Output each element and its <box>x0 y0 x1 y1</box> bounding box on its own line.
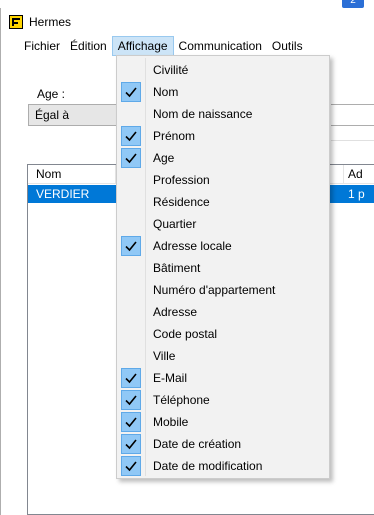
menu-item-label: Bâtiment <box>153 261 201 275</box>
checkmark-icon <box>121 390 141 410</box>
menu-item-profession[interactable]: Profession <box>119 169 327 191</box>
menu-item-label: E-Mail <box>153 371 188 385</box>
divider <box>331 140 374 141</box>
menu-item-date-de-modification[interactable]: Date de modification <box>119 455 327 477</box>
menu-item-label: Adresse locale <box>153 239 232 253</box>
menu-item-adresse-locale[interactable]: Adresse locale <box>119 235 327 257</box>
checkmark-icon <box>121 82 141 102</box>
menu-item-num-ro-d-appartement[interactable]: Numéro d'appartement <box>119 279 327 301</box>
menu-item-label: Nom de naissance <box>153 107 253 121</box>
menu-item-label: Date de modification <box>153 459 263 473</box>
menu-item-label: Nom <box>153 85 179 99</box>
column-header-adresse[interactable]: Ad <box>344 165 374 184</box>
menu-item-label: Age <box>153 151 175 165</box>
menu-fichier[interactable]: Fichier <box>19 36 65 56</box>
age-operator-select[interactable]: Égal à <box>28 104 124 126</box>
menu-item-quartier[interactable]: Quartier <box>119 213 327 235</box>
menu-item-r-sidence[interactable]: Résidence <box>119 191 327 213</box>
menu-item-adresse[interactable]: Adresse <box>119 301 327 323</box>
checkmark-icon <box>121 236 141 256</box>
menu-communication[interactable]: Communication <box>174 36 267 56</box>
menu-item-label: Résidence <box>153 195 210 209</box>
checkmark-icon <box>121 126 141 146</box>
checkmark-icon <box>121 456 141 476</box>
column-header-nom[interactable]: Nom <box>28 165 116 184</box>
cell-nom: VERDIER <box>36 187 90 201</box>
menu-item-nom-de-naissance[interactable]: Nom de naissance <box>119 103 327 125</box>
age-value-input[interactable] <box>331 104 374 126</box>
title-bar[interactable]: Hermes <box>1 8 374 36</box>
menu-item-date-de-cr-ation[interactable]: Date de création <box>119 433 327 455</box>
menu-item-label: Adresse <box>153 305 198 319</box>
menu-item-mobile[interactable]: Mobile <box>119 411 327 433</box>
menu-item-b-timent[interactable]: Bâtiment <box>119 257 327 279</box>
menu-item-civilit-[interactable]: Civilité <box>119 59 327 81</box>
menu-item-label: Téléphone <box>153 393 210 407</box>
window-title: Hermes <box>29 15 72 29</box>
app-logo-icon <box>9 15 23 29</box>
menu-item-label: Ville <box>153 349 176 363</box>
notification-badge: 2 <box>342 0 364 8</box>
menu-item-label: Prénom <box>153 129 196 143</box>
age-label: Age : <box>37 87 66 101</box>
affichage-dropdown-menu: Civilité Nom Nom de naissance Prénom Age Prof… <box>116 55 330 479</box>
checkmark-icon <box>121 148 141 168</box>
menu-item-age[interactable]: Age <box>119 147 327 169</box>
menu-item-label: Quartier <box>153 217 197 231</box>
menu-item-nom[interactable]: Nom <box>119 81 327 103</box>
menu-item-label: Mobile <box>153 415 189 429</box>
menu-item-label: Civilité <box>153 63 189 77</box>
cell-adresse: 1 p <box>348 187 365 201</box>
menu-item-label: Date de création <box>153 437 242 451</box>
menu-item-t-l-phone[interactable]: Téléphone <box>119 389 327 411</box>
menu-item-pr-nom[interactable]: Prénom <box>119 125 327 147</box>
menu-bar: Fichier Édition Affichage Communication … <box>1 36 374 56</box>
menu-item-code-postal[interactable]: Code postal <box>119 323 327 345</box>
menu-outils[interactable]: Outils <box>267 36 308 56</box>
menu-item-e-mail[interactable]: E-Mail <box>119 367 327 389</box>
menu-item-label: Code postal <box>153 327 218 341</box>
menu-affichage[interactable]: Affichage <box>111 36 174 56</box>
menu-item-label: Numéro d'appartement <box>153 283 276 297</box>
checkmark-icon <box>121 434 141 454</box>
menu-edition[interactable]: Édition <box>65 36 112 56</box>
checkmark-icon <box>121 412 141 432</box>
menu-item-label: Profession <box>153 173 210 187</box>
menu-item-ville[interactable]: Ville <box>119 345 327 367</box>
checkmark-icon <box>121 368 141 388</box>
